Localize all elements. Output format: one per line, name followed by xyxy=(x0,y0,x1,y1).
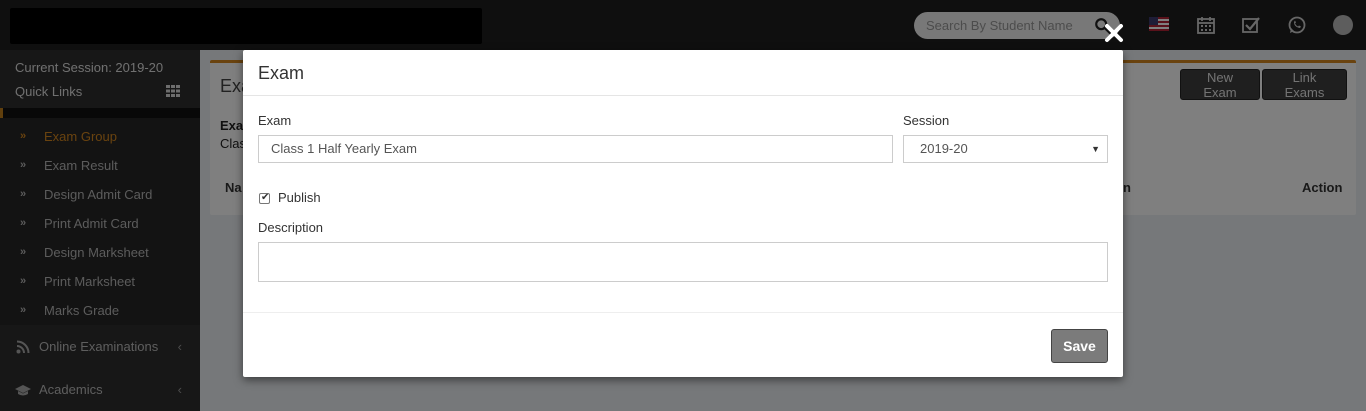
checkmark-icon: ✔ xyxy=(261,192,270,203)
save-button[interactable]: Save xyxy=(1051,329,1108,363)
dropdown-arrow-icon: ▼ xyxy=(1091,144,1100,154)
publish-checkbox[interactable]: ✔ xyxy=(259,192,270,204)
modal-header: Exam xyxy=(243,50,1123,96)
close-icon[interactable] xyxy=(1103,22,1125,44)
session-selected-value: 2019-20 xyxy=(920,141,968,156)
exam-field-label: Exam xyxy=(258,113,292,128)
modal-footer: Save xyxy=(243,312,1123,377)
description-label: Description xyxy=(258,220,324,235)
session-field-label: Session xyxy=(903,113,950,128)
exam-modal: Exam Exam Class 1 Half Yearly Exam Sessi… xyxy=(243,50,1123,377)
description-textarea[interactable] xyxy=(258,242,1108,282)
publish-label: Publish xyxy=(278,190,321,205)
exam-name-input[interactable]: Class 1 Half Yearly Exam xyxy=(258,135,893,163)
modal-title: Exam xyxy=(258,63,305,83)
session-select[interactable]: 2019-20 ▼ xyxy=(903,135,1108,163)
